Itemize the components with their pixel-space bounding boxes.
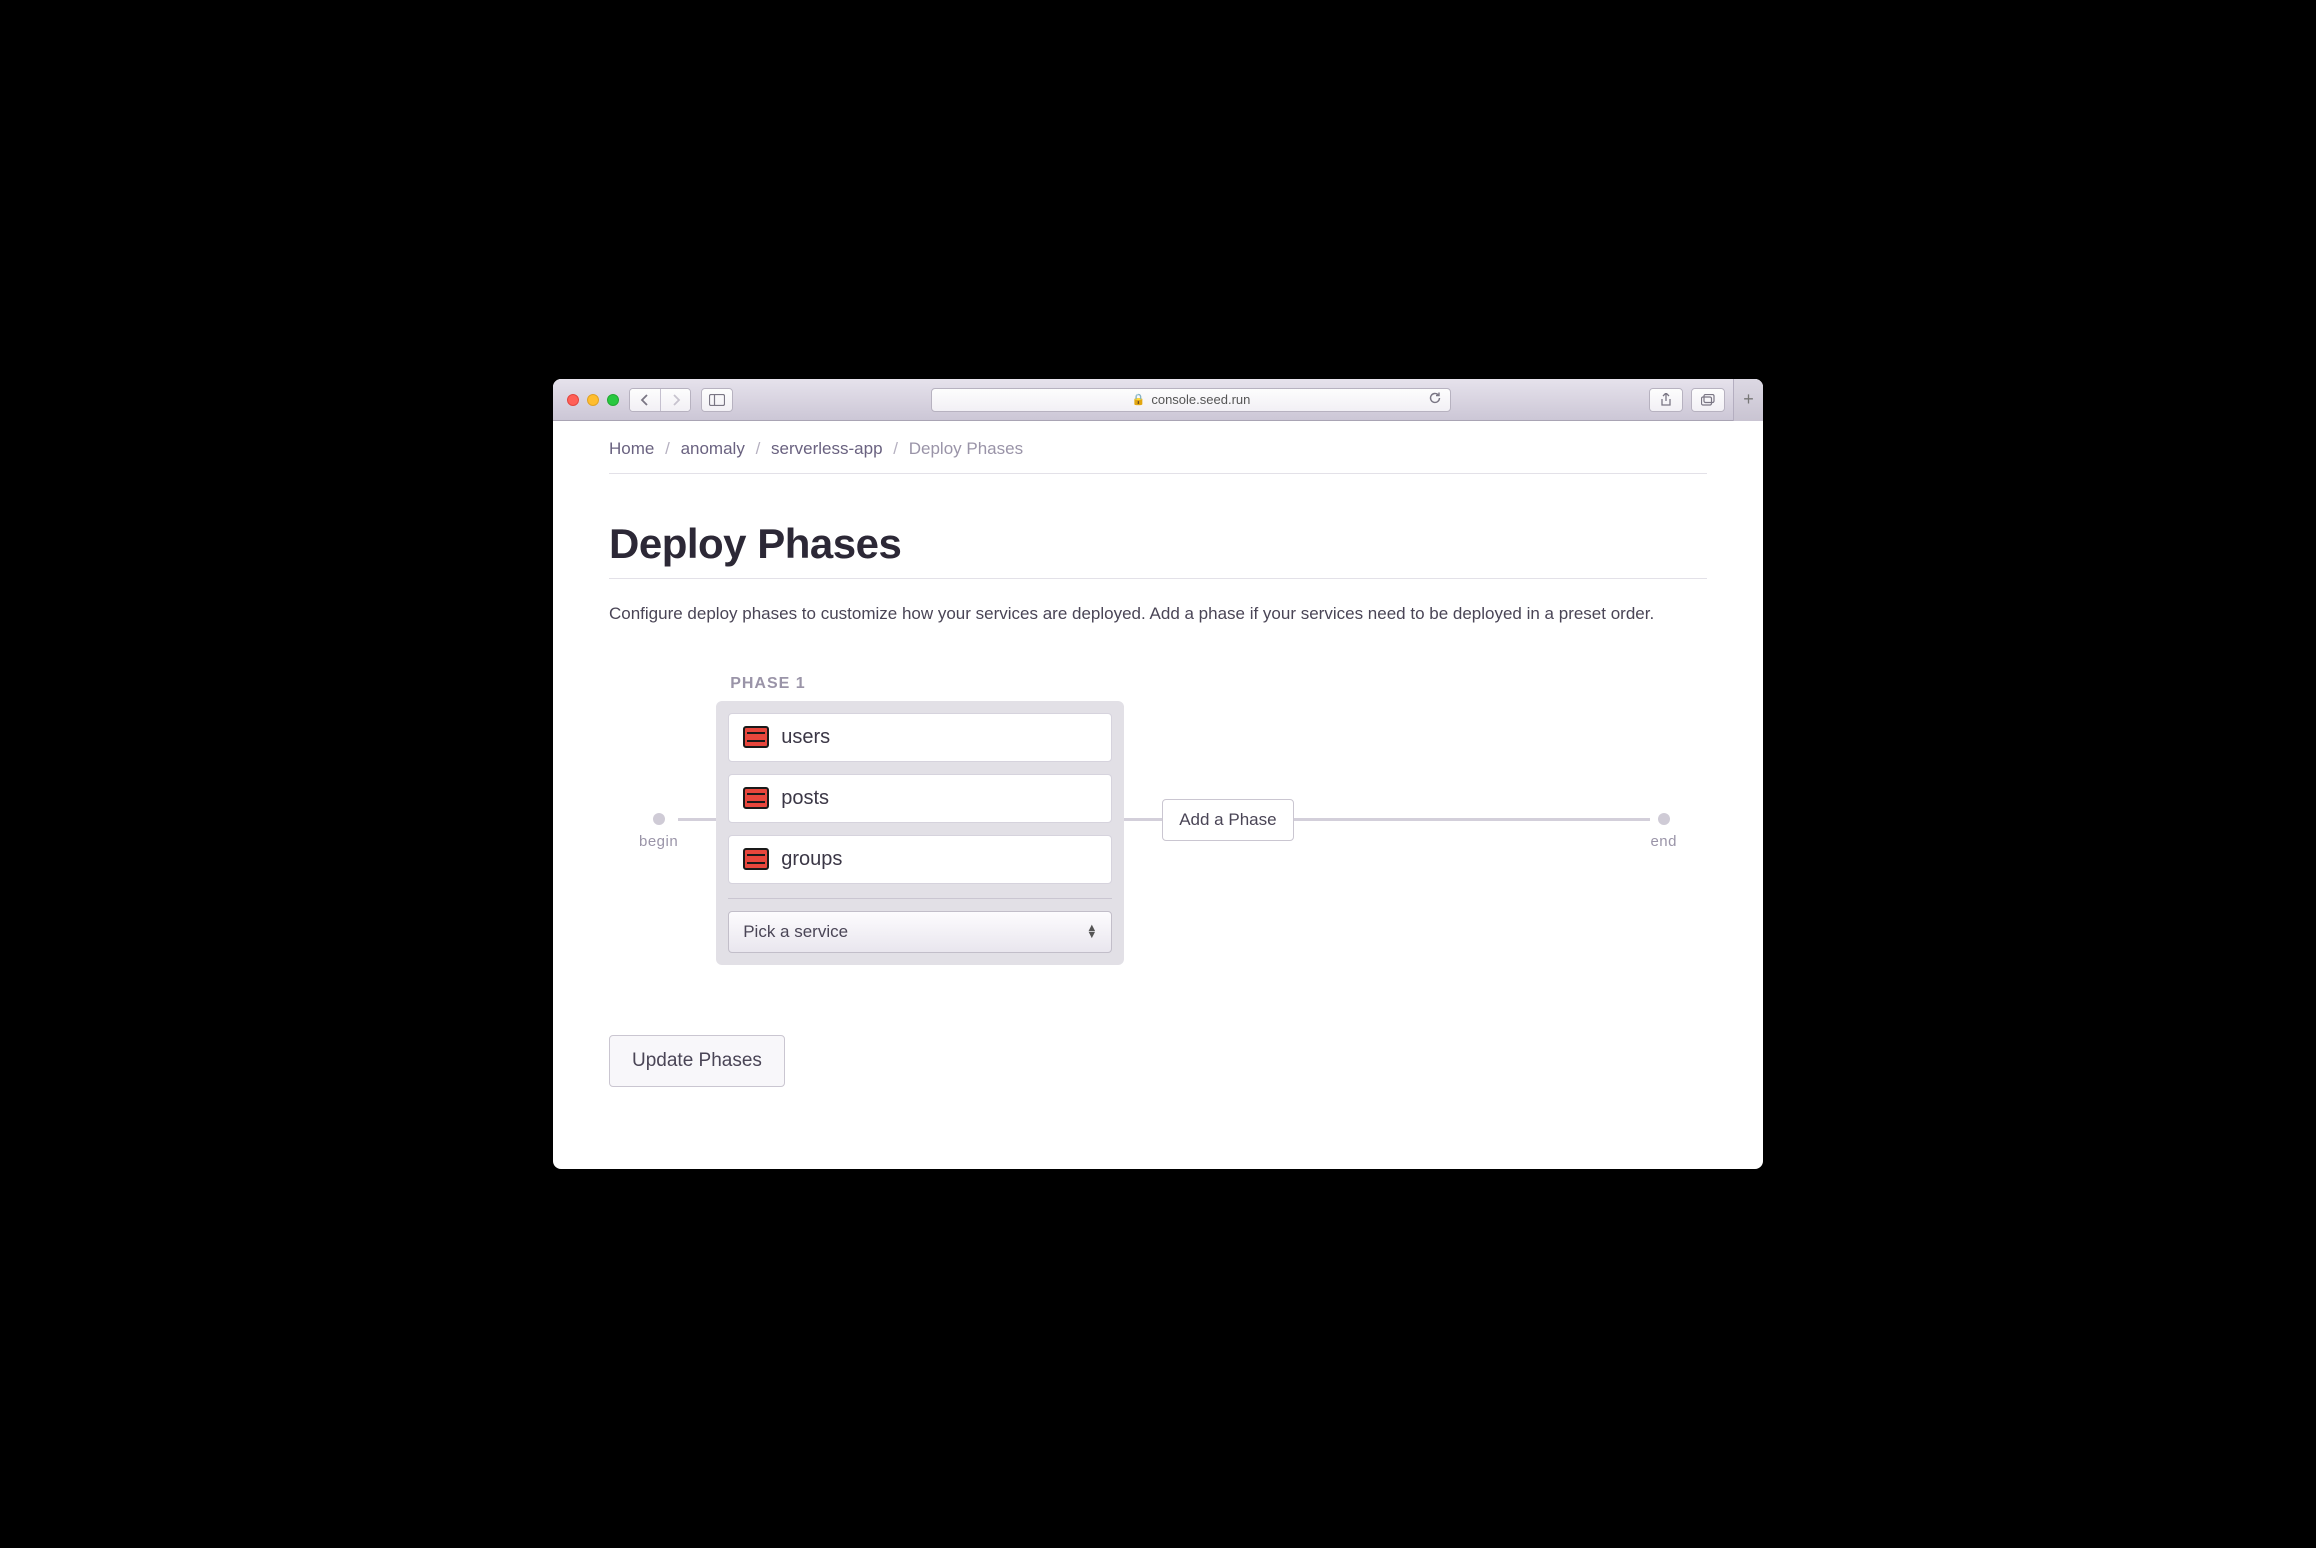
phase-column: PHASE 1 users posts groups Pick a service … (716, 675, 1124, 965)
flow-connector (1124, 818, 1162, 821)
add-phase-button[interactable]: Add a Phase (1162, 799, 1293, 841)
share-button[interactable] (1650, 389, 1682, 411)
end-label: end (1650, 833, 1677, 850)
close-window-button[interactable] (567, 394, 579, 406)
url-text: console.seed.run (1151, 392, 1250, 407)
page-title: Deploy Phases (609, 520, 1707, 579)
picker-label: Pick a service (743, 922, 848, 942)
new-tab-button[interactable]: + (1733, 379, 1763, 421)
reload-icon[interactable] (1428, 391, 1442, 408)
service-icon (743, 726, 769, 748)
toolbar-right: + (1649, 379, 1749, 421)
flow-end: end (1650, 813, 1677, 850)
tabs-button[interactable] (1692, 389, 1724, 411)
service-name: users (781, 726, 830, 749)
divider (728, 898, 1112, 899)
phase-flow: begin PHASE 1 users posts groups Pick a se… (609, 675, 1707, 965)
service-name: posts (781, 787, 829, 810)
page-description: Configure deploy phases to customize how… (609, 601, 1707, 627)
service-item[interactable]: posts (728, 774, 1112, 823)
breadcrumb-current: Deploy Phases (909, 439, 1023, 458)
phase-label: PHASE 1 (730, 675, 1124, 693)
breadcrumb-app[interactable]: serverless-app (771, 439, 883, 458)
page-content: Home / anomaly / serverless-app / Deploy… (553, 421, 1763, 1169)
flow-connector (1294, 818, 1651, 821)
breadcrumb: Home / anomaly / serverless-app / Deploy… (609, 439, 1707, 474)
service-icon (743, 787, 769, 809)
window-controls (567, 394, 619, 406)
fullscreen-window-button[interactable] (607, 394, 619, 406)
service-item[interactable]: groups (728, 835, 1112, 884)
service-item[interactable]: users (728, 713, 1112, 762)
select-arrows-icon: ▲▼ (1086, 925, 1097, 939)
service-icon (743, 848, 769, 870)
nav-buttons (629, 388, 691, 412)
breadcrumb-org[interactable]: anomaly (681, 439, 745, 458)
begin-label: begin (639, 833, 678, 850)
browser-window: 🔒 console.seed.run + Home / anom (553, 379, 1763, 1169)
lock-icon: 🔒 (1132, 393, 1146, 406)
flow-connector (678, 818, 716, 821)
service-picker[interactable]: Pick a service ▲▼ (728, 911, 1112, 953)
sidebar-toggle[interactable] (701, 388, 733, 412)
breadcrumb-home[interactable]: Home (609, 439, 654, 458)
browser-titlebar: 🔒 console.seed.run + (553, 379, 1763, 421)
service-name: groups (781, 848, 842, 871)
back-button[interactable] (630, 389, 660, 411)
dot-icon (653, 813, 665, 825)
phase-card: users posts groups Pick a service ▲▼ (716, 701, 1124, 965)
update-phases-button[interactable]: Update Phases (609, 1035, 785, 1087)
minimize-window-button[interactable] (587, 394, 599, 406)
flow-begin: begin (639, 813, 678, 850)
forward-button[interactable] (660, 389, 690, 411)
dot-icon (1658, 813, 1670, 825)
address-bar[interactable]: 🔒 console.seed.run (931, 388, 1451, 412)
